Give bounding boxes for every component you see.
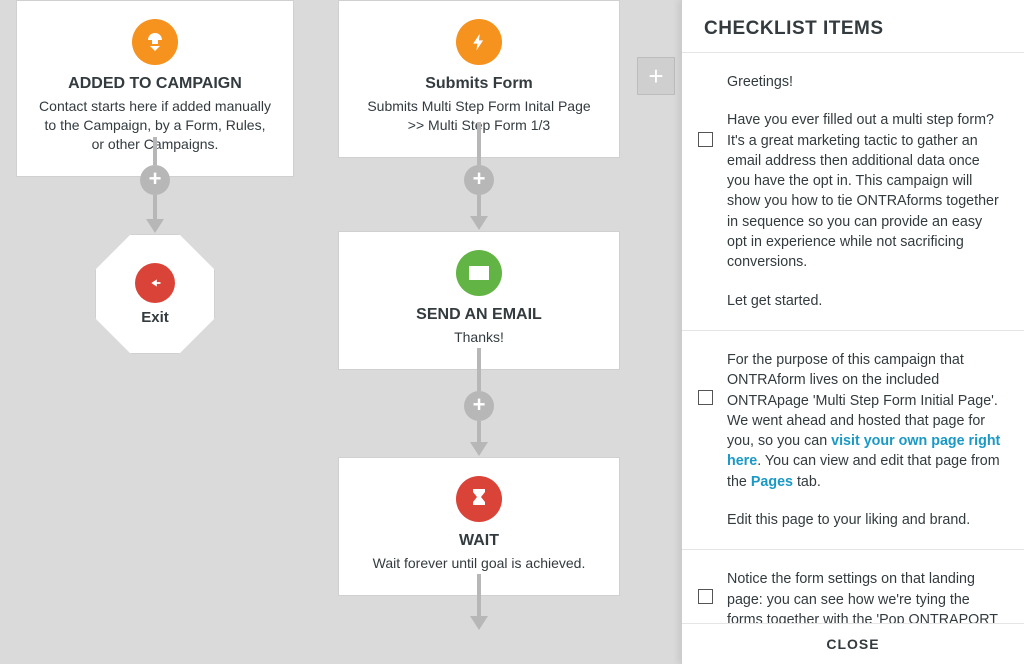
- checklist-text: Edit this page to your liking and brand.: [727, 510, 1002, 530]
- checkbox[interactable]: [698, 589, 713, 604]
- arrow-down-icon: [470, 442, 488, 456]
- connector-line: [477, 348, 481, 391]
- pages-tab-link[interactable]: Pages: [751, 474, 793, 490]
- checklist-item: For the purpose of this campaign that ON…: [682, 331, 1024, 550]
- checkbox[interactable]: [698, 390, 713, 405]
- checklist-panel: CHECKLIST ITEMS Greetings! Have you ever…: [681, 0, 1024, 664]
- connector-line: [477, 195, 481, 217]
- checkbox[interactable]: [698, 132, 713, 147]
- connector-line: [477, 421, 481, 443]
- add-goal-button[interactable]: +: [637, 57, 675, 95]
- add-step-button[interactable]: +: [464, 165, 494, 195]
- arrow-down-icon: [132, 19, 178, 65]
- node-title: Submits Form: [359, 75, 599, 93]
- checklist-text: Have you ever filled out a multi step fo…: [727, 110, 1002, 272]
- hand-icon: [135, 263, 175, 303]
- connector-line: [153, 195, 157, 220]
- connector-line: [153, 137, 157, 165]
- arrow-down-icon: [146, 219, 164, 233]
- checklist-text: Let get started.: [727, 291, 1002, 311]
- arrow-down-icon: [470, 216, 488, 230]
- close-button[interactable]: CLOSE: [682, 623, 1024, 664]
- email-icon: [456, 250, 502, 296]
- checklist-text: Greetings!: [727, 72, 1002, 92]
- checklist-item: Greetings! Have you ever filled out a mu…: [682, 53, 1024, 331]
- node-exit[interactable]: Exit: [95, 234, 215, 354]
- node-title: SEND AN EMAIL: [359, 306, 599, 324]
- connector-line: [477, 574, 481, 617]
- node-title: Exit: [141, 309, 169, 326]
- node-title: ADDED TO CAMPAIGN: [37, 75, 273, 93]
- checklist-item: Notice the form settings on that landing…: [682, 550, 1024, 623]
- panel-title: CHECKLIST ITEMS: [682, 0, 1024, 53]
- node-desc: Wait forever until goal is achieved.: [359, 554, 599, 573]
- connector-line: [477, 122, 481, 165]
- hourglass-icon: [456, 476, 502, 522]
- node-title: WAIT: [359, 532, 599, 550]
- campaign-canvas[interactable]: ADDED TO CAMPAIGN Contact starts here if…: [0, 0, 681, 664]
- checklist-body: Greetings! Have you ever filled out a mu…: [682, 53, 1024, 623]
- add-step-button[interactable]: +: [464, 391, 494, 421]
- bolt-icon: [456, 19, 502, 65]
- checklist-text: For the purpose of this campaign that ON…: [727, 350, 1002, 492]
- arrow-down-icon: [470, 616, 488, 630]
- checklist-text: Notice the form settings on that landing…: [727, 569, 1002, 623]
- node-desc: Thanks!: [359, 328, 599, 347]
- add-step-button[interactable]: +: [140, 165, 170, 195]
